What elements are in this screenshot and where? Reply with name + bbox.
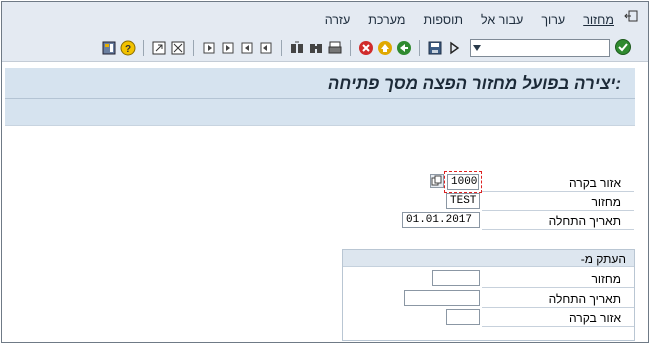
start-date-label: תאריך התחלה xyxy=(548,214,621,228)
row-divider xyxy=(482,287,634,288)
group-header: העתק מ- xyxy=(343,250,634,267)
menu-system[interactable]: מערכת xyxy=(368,13,405,27)
row-divider xyxy=(482,307,634,308)
start-date-field[interactable]: 01.01.2017 xyxy=(402,212,480,228)
toolbar-separator xyxy=(350,40,351,56)
copy-cycle-label: מחזור xyxy=(591,272,621,286)
row-divider xyxy=(482,191,634,192)
copy-start-date-field[interactable] xyxy=(404,290,480,306)
title-bar: :יצירה בפועל מחזור הפצה מסך פתיחה xyxy=(5,68,635,99)
toolbar-separator xyxy=(281,40,282,56)
next-page-icon[interactable] xyxy=(220,40,236,56)
first-page-icon[interactable] xyxy=(258,40,274,56)
sap-window: מחזור ערוך עבור אל תוספות מערכת עזרה ?:… xyxy=(1,1,649,343)
cycle-label: מחזור xyxy=(591,195,621,209)
menu-bar: מחזור ערוך עבור אל תוספות מערכת עזרה xyxy=(2,2,648,32)
copy-area-label: אזור בקרה xyxy=(569,311,621,325)
toolbar-icons: ? xyxy=(101,39,462,57)
menu-help[interactable]: עזרה xyxy=(325,13,351,27)
menu-cycle[interactable]: מחזור xyxy=(583,13,614,27)
row-divider xyxy=(482,229,634,230)
chevron-down-icon[interactable] xyxy=(473,45,481,51)
toolbar-separator xyxy=(143,40,144,56)
copy-icon[interactable] xyxy=(430,174,444,188)
application-toolbar xyxy=(5,99,635,126)
standard-toolbar: ? xyxy=(2,32,648,62)
back-icon[interactable] xyxy=(396,40,412,56)
cancel-icon[interactable] xyxy=(358,40,374,56)
toolbar-separator xyxy=(419,40,420,56)
prev-page-icon[interactable] xyxy=(239,40,255,56)
exit-icon[interactable] xyxy=(624,10,638,22)
enter-icon[interactable] xyxy=(614,38,632,56)
print-icon[interactable] xyxy=(327,40,343,56)
last-page-icon[interactable] xyxy=(201,40,217,56)
save-icon[interactable] xyxy=(427,40,443,56)
menu-goto[interactable]: עבור אל xyxy=(481,13,523,27)
copy-area-field[interactable] xyxy=(446,309,480,325)
find-next-icon[interactable] xyxy=(289,40,305,56)
play-icon[interactable] xyxy=(446,40,462,56)
create-session-icon[interactable] xyxy=(170,40,186,56)
area-field[interactable]: 1000 xyxy=(447,174,479,190)
menu-extras[interactable]: תוספות xyxy=(423,13,462,27)
page-title: :יצירה בפועל מחזור הפצה מסך פתיחה xyxy=(327,74,621,93)
customize-layout-icon[interactable] xyxy=(101,40,117,56)
svg-text:?: ? xyxy=(125,44,131,55)
copy-cycle-field[interactable] xyxy=(432,270,480,286)
cycle-field[interactable]: TEST xyxy=(446,193,480,209)
help-icon[interactable]: ? xyxy=(120,40,136,56)
copy-start-date-label: תאריך התחלה xyxy=(548,292,621,306)
row-divider xyxy=(482,210,634,211)
menu-edit[interactable]: ערוך xyxy=(541,13,565,27)
row-divider xyxy=(482,326,634,327)
shortcut-icon[interactable] xyxy=(151,40,167,56)
find-icon[interactable] xyxy=(308,40,324,56)
command-field[interactable] xyxy=(470,39,610,57)
exit-icon[interactable] xyxy=(377,40,393,56)
toolbar-separator xyxy=(193,40,194,56)
area-label: אזור בקרה xyxy=(569,176,621,190)
group-title: העתק מ- xyxy=(580,252,626,266)
